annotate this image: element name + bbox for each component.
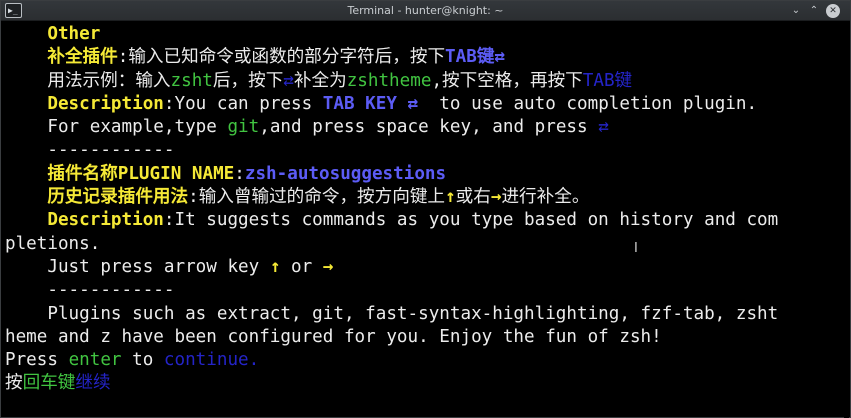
- terminal-text-segment: →: [490, 187, 502, 208]
- close-icon[interactable]: ✕: [826, 4, 840, 18]
- terminal-text-segment: For example,type: [5, 117, 228, 138]
- terminal-text-segment: Just press arrow key: [5, 256, 270, 277]
- terminal-text-segment: ⇄: [598, 117, 609, 138]
- terminal-line: Just press arrow key ↑ or →: [5, 256, 846, 279]
- terminal-line: Description:It suggests commands as you …: [5, 209, 846, 232]
- terminal-window: ▶_ Terminal - hunter@knight: ~ ⌄ ⌃ ✕ Oth…: [0, 0, 851, 418]
- terminal-text-segment: 补全插件: [5, 47, 118, 68]
- minimize-icon[interactable]: ⌄: [789, 4, 803, 18]
- terminal-text-segment: ------------: [5, 140, 175, 161]
- terminal-text-segment: continue.: [163, 350, 260, 371]
- terminal-text-segment: zshtheme: [346, 70, 432, 91]
- terminal-text-segment: ⇄: [283, 70, 294, 91]
- terminal-line: 插件名称PLUGIN NAME:zsh-autosuggestions: [5, 163, 846, 186]
- terminal-text-segment: 后，按下: [212, 70, 284, 91]
- terminal-text-segment: 用法示例：输入: [5, 70, 171, 91]
- terminal-text-segment: →: [322, 256, 334, 277]
- terminal-text-segment: :: [234, 163, 245, 184]
- terminal-line: pletions.: [5, 233, 846, 256]
- terminal-text-segment: 继续: [75, 373, 111, 394]
- terminal-text-segment: enter: [68, 350, 122, 371]
- terminal-line: Description:You can press TAB KEY ⇄ to u…: [5, 93, 846, 116]
- terminal-text-segment: 回车键: [22, 373, 76, 394]
- terminal-line: 用法示例：输入zsht后，按下⇄补全为zshtheme,按下空格，再按下TAB键: [5, 70, 846, 93]
- terminal-line: For example,type git,and press space key…: [5, 116, 846, 139]
- terminal-line: heme and z have been configured for you.…: [5, 326, 846, 349]
- terminal-text-segment: ↑: [445, 187, 456, 208]
- terminal-text-segment: :It suggests commands as you type based …: [163, 210, 779, 231]
- terminal-text-segment: ,按下空格，再按下: [431, 70, 583, 91]
- terminal-text-segment: pletions.: [5, 233, 101, 254]
- terminal-text-segment: zsh-autosuggestions: [244, 163, 447, 184]
- terminal-text-segment: 按: [5, 373, 23, 394]
- terminal-text-segment: Description: [5, 93, 164, 114]
- terminal-text-segment: Other: [5, 24, 101, 44]
- maximize-icon[interactable]: ⌃: [807, 4, 821, 18]
- terminal-text-segment: Description: [5, 210, 164, 231]
- terminal-text-segment: ↑: [269, 256, 281, 277]
- terminal-text-segment: ⇄: [494, 47, 506, 68]
- terminal-output[interactable]: Other 补全插件:输入已知命令或函数的部分字符后，按下TAB键⇄ 用法示例：…: [1, 22, 846, 418]
- terminal-text-segment: TAB键: [582, 70, 633, 91]
- terminal-text-segment: git: [227, 117, 260, 138]
- text-cursor-icon: I: [634, 241, 638, 256]
- terminal-text-segment: Plugins such as extract, git, fast-synta…: [5, 303, 779, 324]
- terminal-text-segment: to use auto completion plugin.: [418, 93, 758, 114]
- terminal-text-segment: zsht: [170, 70, 213, 91]
- terminal-line: Press enter to continue.: [5, 349, 846, 372]
- terminal-text-segment: :输入已知命令或函数的部分字符后，按下: [117, 47, 446, 68]
- terminal-line: 补全插件:输入已知命令或函数的部分字符后，按下TAB键⇄: [5, 46, 846, 69]
- window-titlebar[interactable]: ▶_ Terminal - hunter@knight: ~ ⌄ ⌃ ✕: [1, 1, 850, 21]
- terminal-text-segment: ,and press space key, and press: [259, 117, 599, 138]
- terminal-text-segment: TAB KEY ⇄: [322, 93, 419, 114]
- terminal-text-segment: :You can press: [163, 93, 323, 114]
- terminal-line: ------------: [5, 279, 846, 302]
- terminal-line: Other: [5, 23, 846, 46]
- terminal-line: Plugins such as extract, git, fast-synta…: [5, 303, 846, 326]
- terminal-text-segment: TAB键: [445, 47, 495, 68]
- terminal-text-segment: 进行补全。: [501, 187, 590, 208]
- terminal-text-segment: 或右: [455, 187, 491, 208]
- terminal-text-segment: heme and z have been configured for you.…: [5, 326, 662, 347]
- terminal-text-segment: 补全为: [293, 70, 347, 91]
- terminal-text-segment: Press: [5, 350, 69, 371]
- terminal-line: 按回车键继续: [5, 372, 846, 395]
- terminal-line: ------------: [5, 139, 846, 162]
- terminal-text-segment: ------------: [5, 280, 175, 301]
- terminal-line: 历史记录插件用法:输入曾输过的命令，按方向键上↑或右→进行补全。: [5, 186, 846, 209]
- window-title: Terminal - hunter@knight: ~: [347, 4, 504, 17]
- terminal-text-segment: :输入曾输过的命令，按方向键上: [188, 187, 446, 208]
- scrollbar[interactable]: [844, 22, 849, 418]
- terminal-text-segment: or: [280, 256, 323, 277]
- terminal-text-segment: to: [121, 350, 164, 371]
- terminal-text-segment: 历史记录插件用法: [5, 187, 189, 208]
- terminal-text-segment: 插件名称PLUGIN NAME: [5, 163, 235, 184]
